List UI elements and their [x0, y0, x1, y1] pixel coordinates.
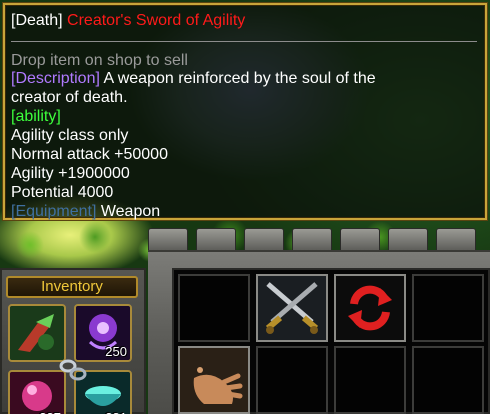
dragon-claw-icon: [10, 306, 64, 360]
inventory-label: Inventory: [6, 276, 138, 298]
ability-line: Normal attack +50000: [11, 146, 168, 163]
red-cycle-icon: [336, 276, 404, 340]
command-slot-empty[interactable]: [178, 274, 250, 342]
command-slot-empty[interactable]: [412, 346, 484, 414]
command-slot-empty[interactable]: [412, 274, 484, 342]
open-hand-icon: [180, 348, 248, 412]
ability-line: Agility +1900000: [11, 165, 130, 182]
tooltip-divider: [11, 41, 477, 42]
command-slot-cycle[interactable]: [334, 274, 406, 342]
equipment-value: Weapon: [100, 203, 161, 220]
tooltip-title: [Death] Creator's Sword of Agility: [11, 11, 245, 30]
ability-line: Potential 4000: [11, 184, 114, 201]
item-tooltip: [Death] Creator's Sword of Agility Drop …: [2, 2, 488, 221]
description-tag: [Description]: [11, 70, 100, 87]
ability-line: Agility class only: [11, 127, 129, 144]
description-text-1: A weapon reinforced by the soul of the: [103, 70, 376, 87]
chain-link-icon: [59, 359, 87, 381]
item-count: 250: [105, 344, 127, 359]
item-count: 281: [105, 410, 127, 414]
description-text-2: creator of death.: [11, 89, 128, 106]
item-count: 237: [39, 410, 61, 414]
equipment-line: [Equipment] Weapon: [11, 202, 160, 221]
command-slot-hand[interactable]: [178, 346, 250, 414]
command-slot-attack[interactable]: [256, 274, 328, 342]
inventory-slot[interactable]: 250: [74, 304, 132, 362]
command-slot-empty[interactable]: [334, 346, 406, 414]
item-name: Creator's Sword of Agility: [67, 12, 246, 29]
command-card: [172, 268, 490, 414]
sell-hint: Drop item on shop to sell: [11, 52, 188, 69]
pink-gem-icon: [10, 372, 64, 414]
ability-tag: [ability]: [11, 108, 61, 125]
command-slot-empty[interactable]: [256, 346, 328, 414]
description-line-1: [Description] A weapon reinforced by the…: [11, 69, 376, 88]
item-category: [Death]: [11, 12, 63, 29]
inventory-slot[interactable]: [8, 304, 66, 362]
equipment-tag: [Equipment]: [11, 203, 97, 220]
crossed-swords-icon: [258, 276, 326, 340]
